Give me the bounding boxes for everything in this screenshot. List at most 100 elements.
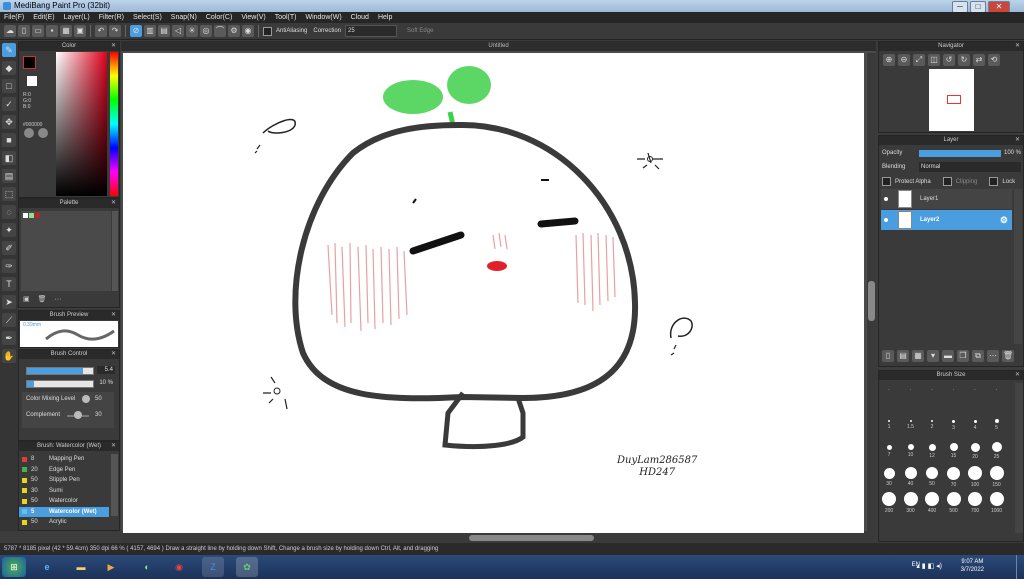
text-tool-icon[interactable]: T	[2, 277, 16, 291]
brush-item-edge-pen[interactable]: 20 Edge Pen	[19, 465, 109, 476]
eyedropper-tool-icon[interactable]: ⟋	[2, 313, 16, 327]
menu-edit[interactable]: Edit(E)	[29, 12, 59, 23]
chrome-icon[interactable]: ◉	[168, 557, 190, 577]
zoom-out-icon[interactable]: ⊖	[898, 54, 910, 66]
close-icon[interactable]: ✕	[111, 199, 116, 208]
menu-help[interactable]: Help	[374, 12, 397, 23]
rect-tool-icon[interactable]: □	[2, 79, 16, 93]
hand-tool-icon[interactable]: ✋	[2, 349, 16, 363]
fill-rect-icon[interactable]: ■	[2, 133, 16, 147]
brush-opacity-slider[interactable]	[26, 380, 94, 388]
new-8bit-layer-icon[interactable]: ▦	[912, 350, 924, 362]
vertical-scroll-thumb[interactable]	[868, 281, 875, 321]
duplicate-layer-icon[interactable]: ❐	[957, 350, 969, 362]
media-player-icon[interactable]: ▶	[100, 557, 122, 577]
undo-icon[interactable]: ↶	[95, 25, 107, 37]
brush-size-dot[interactable]	[994, 419, 999, 423]
save-icon[interactable]: ▪	[46, 25, 58, 37]
brush-size-dot[interactable]	[886, 444, 892, 450]
mixing-knob[interactable]	[82, 395, 90, 403]
taskbar-clock[interactable]: 9:07 AM 3/7/2022	[961, 558, 984, 574]
add-palette-icon[interactable]: ▣	[23, 296, 30, 303]
brush-item-sumi[interactable]: 30 Sumi	[19, 486, 109, 497]
close-icon[interactable]: ✕	[1015, 371, 1020, 380]
document-tab[interactable]: Untitled	[121, 41, 876, 51]
clipping-checkbox[interactable]	[942, 177, 952, 186]
close-icon[interactable]: ✕	[1015, 136, 1020, 145]
menu-tool[interactable]: Tool(T)	[271, 12, 302, 23]
brush-size-scrollbar[interactable]	[1015, 383, 1023, 533]
medibang-taskbar-icon[interactable]: ✿	[236, 557, 258, 577]
app-icon[interactable]: ◐	[136, 557, 158, 577]
internet-explorer-icon[interactable]: e	[36, 557, 58, 577]
navigator-thumbnail[interactable]	[929, 69, 974, 131]
window-icon[interactable]: ▣	[74, 25, 86, 37]
snap-cross-icon[interactable]: ▤	[158, 25, 170, 37]
menu-view[interactable]: View(V)	[237, 12, 270, 23]
antialiasing-checkbox[interactable]	[263, 26, 272, 36]
new-halftone-layer-icon[interactable]: ▤	[897, 350, 909, 362]
brush-size-dot[interactable]	[947, 466, 960, 480]
snap-circle-icon[interactable]: ◎	[200, 25, 212, 37]
gradient-tool-icon[interactable]: ▤	[2, 169, 16, 183]
select-check-icon[interactable]: ✓	[2, 97, 16, 111]
eraser-tool-icon[interactable]: ◆	[2, 61, 16, 75]
layer-scrollbar[interactable]	[1014, 189, 1022, 344]
snap-curve-icon[interactable]: ⌒	[214, 25, 226, 37]
color-mode-icon[interactable]	[38, 128, 48, 138]
select-pen-icon[interactable]: ✐	[2, 241, 16, 255]
palette-swatch[interactable]	[23, 213, 28, 218]
menu-cloud[interactable]: Cloud	[347, 12, 374, 23]
protect-alpha-checkbox[interactable]	[882, 177, 891, 186]
brush-size-dot[interactable]	[946, 492, 961, 506]
brush-size-dot[interactable]	[928, 443, 936, 451]
brush-tool-icon[interactable]: ✎	[2, 43, 16, 57]
horizontal-scrollbar[interactable]	[121, 533, 876, 543]
tray-icons[interactable]: ▴ ▮ ◧ ◂)	[916, 562, 942, 570]
palette-more-button[interactable]: ···	[54, 296, 61, 303]
operation-tool-icon[interactable]: ➤	[2, 295, 16, 309]
fit-icon[interactable]: ⤢	[913, 54, 925, 66]
menu-filter[interactable]: Filter(R)	[95, 12, 129, 23]
vertical-scrollbar[interactable]	[867, 53, 876, 535]
show-desktop-button[interactable]	[1016, 555, 1024, 579]
menu-window[interactable]: Window(W)	[301, 12, 346, 23]
drawing-canvas[interactable]: DuyLam286587 HD247	[123, 53, 864, 535]
close-icon[interactable]: ✕	[1015, 42, 1020, 51]
merge-layer-icon[interactable]: ⧉	[972, 350, 984, 362]
brush-size-dot[interactable]	[968, 466, 982, 480]
brush-size-dot[interactable]	[949, 443, 958, 451]
close-icon[interactable]: ✕	[111, 311, 116, 320]
brush-item-mapping-pen[interactable]: 8 Mapping Pen	[19, 454, 109, 465]
rotate-right-icon[interactable]: ↻	[958, 54, 970, 66]
saturation-value-picker[interactable]	[56, 52, 107, 196]
layer-row-layer1[interactable]: Layer1	[881, 189, 1012, 209]
brush-size-dot[interactable]	[989, 466, 1004, 480]
visibility-icon[interactable]	[884, 218, 888, 222]
brush-item-watercolor[interactable]: 50 Watercolor	[19, 496, 109, 507]
menu-file[interactable]: File(F)	[0, 12, 29, 23]
snap-off-icon[interactable]: ⊘	[130, 25, 142, 37]
open-icon[interactable]: ▭	[32, 25, 44, 37]
brush-size-value[interactable]: 5.4	[97, 366, 115, 374]
brush-size-dot[interactable]	[973, 419, 977, 423]
reset-icon[interactable]: ⟲	[988, 54, 1000, 66]
brush-size-grid[interactable]: · · · · · · 1 1.5 2 3 4 5 7 10 12 15 20 25 30 40 50 70 100 150 2…	[879, 381, 1009, 541]
brush-size-dot[interactable]	[907, 444, 914, 450]
brush-size-dot[interactable]	[904, 467, 917, 479]
background-color-swatch[interactable]	[27, 76, 37, 86]
lasso-tool-icon[interactable]: ◌	[2, 205, 16, 219]
menu-snap[interactable]: Snap(N)	[167, 12, 202, 23]
close-icon[interactable]: ✕	[111, 442, 116, 451]
brush-size-dot[interactable]	[989, 492, 1004, 506]
brush-size-dot[interactable]	[952, 419, 955, 423]
palette-swatch[interactable]	[35, 213, 40, 218]
blending-select[interactable]: Normal	[919, 162, 1021, 172]
menu-layer[interactable]: Layer(L)	[60, 12, 95, 23]
file-explorer-icon[interactable]: ▬	[70, 557, 92, 577]
palette-swatch[interactable]	[29, 213, 34, 218]
menu-select[interactable]: Select(S)	[129, 12, 167, 23]
magic-wand-icon[interactable]: ✦	[2, 223, 16, 237]
dropper-tool-icon[interactable]: ✒	[2, 331, 16, 345]
add-layer-menu-icon[interactable]: ▾	[927, 350, 939, 362]
